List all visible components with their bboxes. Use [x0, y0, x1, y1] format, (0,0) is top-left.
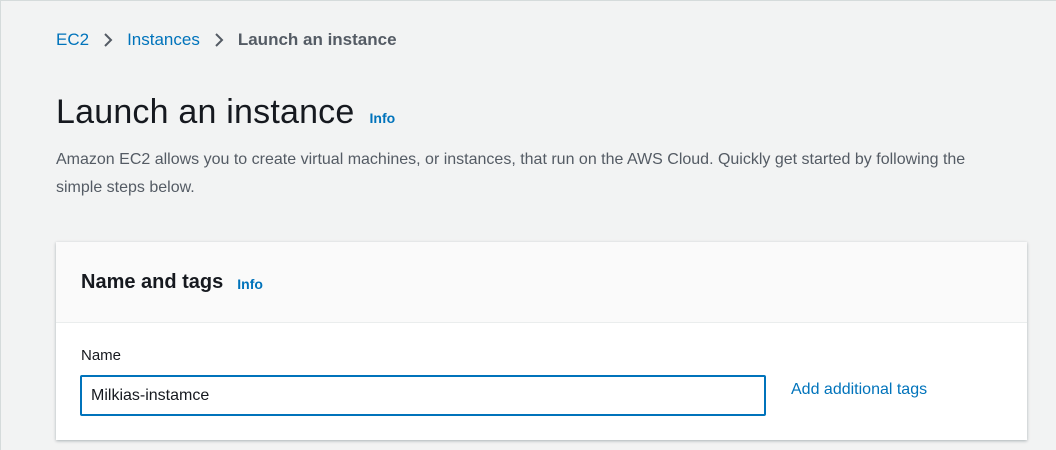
panel-header: Name and tags Info — [56, 242, 1027, 323]
add-additional-tags-link[interactable]: Add additional tags — [791, 381, 927, 399]
breadcrumb-instances-link[interactable]: Instances — [127, 30, 200, 50]
breadcrumb-current: Launch an instance — [237, 30, 397, 49]
panel-title: Name and tags — [81, 270, 224, 293]
page-info-link[interactable]: Info — [370, 110, 396, 126]
name-and-tags-panel: Name and tags Info Name Add additional t… — [56, 242, 1027, 440]
page-header: Launch an instance Info — [56, 93, 395, 132]
page-title: Launch an instance — [56, 93, 355, 131]
name-field-label: Name — [81, 347, 122, 364]
chevron-right-icon — [214, 32, 224, 48]
panel-info-link[interactable]: Info — [237, 276, 263, 292]
breadcrumb: EC2 Instances Launch an instance — [56, 29, 397, 51]
name-input[interactable] — [80, 375, 766, 416]
chevron-right-icon — [103, 32, 113, 48]
page-description: Amazon EC2 allows you to create virtual … — [56, 151, 966, 196]
breadcrumb-ec2-link[interactable]: EC2 — [56, 30, 89, 50]
